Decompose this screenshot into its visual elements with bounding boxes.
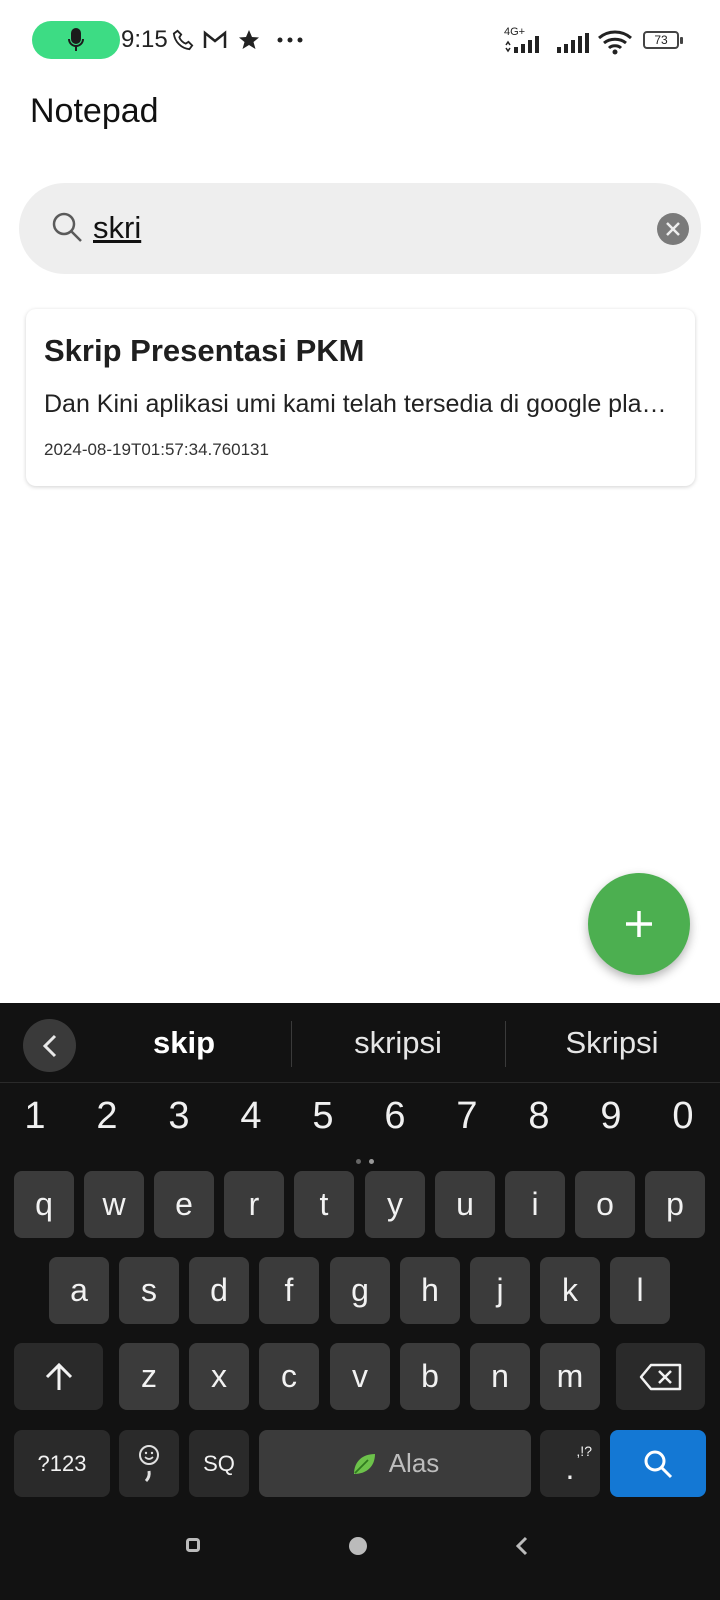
note-preview: Dan Kini aplikasi umi kami telah tersedi… xyxy=(44,390,674,418)
period-alt-label: ,!? xyxy=(576,1442,592,1459)
home-button[interactable] xyxy=(348,1536,368,1561)
space-key[interactable]: Alas xyxy=(259,1430,531,1497)
add-note-button[interactable] xyxy=(588,873,690,975)
note-card[interactable]: Skrip Presentasi PKM Dan Kini aplikasi u… xyxy=(26,309,695,486)
key-1[interactable]: 1 xyxy=(5,1095,65,1138)
key-4[interactable]: 4 xyxy=(221,1095,281,1138)
key-t[interactable]: t xyxy=(294,1171,354,1238)
status-bar: 9:15 4G+ 73 xyxy=(0,0,720,80)
status-time: 9:15 xyxy=(121,26,168,53)
search-icon xyxy=(644,1450,673,1478)
star-icon xyxy=(237,26,261,54)
key-h[interactable]: h xyxy=(400,1257,460,1324)
microphone-icon xyxy=(68,28,84,51)
number-row: 1 2 3 4 5 6 7 8 9 0 xyxy=(0,1095,720,1145)
key-8[interactable]: 8 xyxy=(509,1095,569,1138)
key-x[interactable]: x xyxy=(189,1343,249,1410)
language-key[interactable]: SQ xyxy=(189,1430,249,1497)
key-a[interactable]: a xyxy=(49,1257,109,1324)
key-k[interactable]: k xyxy=(540,1257,600,1324)
note-title: Skrip Presentasi PKM xyxy=(44,333,365,368)
key-g[interactable]: g xyxy=(330,1257,390,1324)
key-7[interactable]: 7 xyxy=(437,1095,497,1138)
key-q[interactable]: q xyxy=(14,1171,74,1238)
key-6[interactable]: 6 xyxy=(365,1095,425,1138)
key-o[interactable]: o xyxy=(575,1171,635,1238)
key-m[interactable]: m xyxy=(540,1343,600,1410)
chevron-left-icon xyxy=(42,1034,56,1057)
key-c[interactable]: c xyxy=(259,1343,319,1410)
suggestion-divider xyxy=(291,1021,292,1067)
key-b[interactable]: b xyxy=(400,1343,460,1410)
page-title: Notepad xyxy=(30,92,159,130)
navigation-bar xyxy=(0,1510,720,1600)
recents-button[interactable] xyxy=(186,1538,200,1557)
signal-icon-sim1 xyxy=(504,30,550,58)
key-j[interactable]: j xyxy=(470,1257,530,1324)
recents-square-icon xyxy=(186,1538,200,1552)
key-5[interactable]: 5 xyxy=(293,1095,353,1138)
key-w[interactable]: w xyxy=(84,1171,144,1238)
suggestion-1[interactable]: skip xyxy=(84,1025,284,1061)
backspace-key[interactable] xyxy=(616,1343,705,1410)
period-label: . xyxy=(565,1449,575,1486)
note-timestamp: 2024-08-19T01:57:34.760131 xyxy=(44,440,269,459)
suggestion-2[interactable]: skripsi xyxy=(298,1025,498,1061)
key-v[interactable]: v xyxy=(330,1343,390,1410)
key-d[interactable]: d xyxy=(189,1257,249,1324)
emoji-comma-key[interactable] xyxy=(119,1430,179,1497)
suggestion-3[interactable]: Skripsi xyxy=(512,1025,712,1061)
key-z[interactable]: z xyxy=(119,1343,179,1410)
emoji-icon xyxy=(139,1444,159,1482)
back-button[interactable] xyxy=(515,1536,528,1561)
back-arrow-icon xyxy=(515,1536,528,1556)
search-action-key[interactable] xyxy=(610,1430,706,1497)
key-u[interactable]: u xyxy=(435,1171,495,1238)
battery-level: 73 xyxy=(654,33,668,47)
key-s[interactable]: s xyxy=(119,1257,179,1324)
keyboard-page-dots xyxy=(356,1151,382,1169)
home-circle-icon xyxy=(349,1537,367,1555)
key-2[interactable]: 2 xyxy=(77,1095,137,1138)
more-notifications-icon xyxy=(276,26,304,54)
space-label: Alas xyxy=(388,1448,440,1478)
symbols-key[interactable]: ?123 xyxy=(14,1430,110,1497)
key-9[interactable]: 9 xyxy=(581,1095,641,1138)
key-f[interactable]: f xyxy=(259,1257,319,1324)
close-icon xyxy=(666,222,680,236)
plus-icon xyxy=(626,911,652,937)
key-p[interactable]: p xyxy=(645,1171,705,1238)
suggestion-divider xyxy=(505,1021,506,1067)
key-l[interactable]: l xyxy=(610,1257,670,1324)
gmail-icon xyxy=(203,26,227,54)
search-input[interactable] xyxy=(93,205,643,251)
clear-search-button[interactable] xyxy=(657,213,689,245)
key-i[interactable]: i xyxy=(505,1171,565,1238)
key-n[interactable]: n xyxy=(470,1343,530,1410)
backspace-icon xyxy=(639,1363,681,1390)
period-key[interactable]: ,!? . xyxy=(540,1430,600,1497)
mic-active-indicator[interactable] xyxy=(32,21,120,59)
phone-icon xyxy=(172,26,194,54)
key-r[interactable]: r xyxy=(224,1171,284,1238)
key-e[interactable]: e xyxy=(154,1171,214,1238)
shift-key[interactable] xyxy=(14,1343,103,1410)
key-y[interactable]: y xyxy=(365,1171,425,1238)
key-3[interactable]: 3 xyxy=(149,1095,209,1138)
search-bar[interactable] xyxy=(19,183,701,274)
wifi-icon xyxy=(597,28,633,56)
leaf-logo-icon xyxy=(353,1453,375,1474)
shift-arrow-icon xyxy=(45,1362,72,1390)
suggestion-bar: skip skripsi Skripsi xyxy=(0,1003,720,1083)
signal-icon-sim2 xyxy=(555,30,591,58)
search-icon xyxy=(51,211,85,250)
key-0[interactable]: 0 xyxy=(653,1095,713,1138)
suggestion-back-button[interactable] xyxy=(23,1019,76,1072)
battery-indicator: 73 xyxy=(643,31,683,49)
